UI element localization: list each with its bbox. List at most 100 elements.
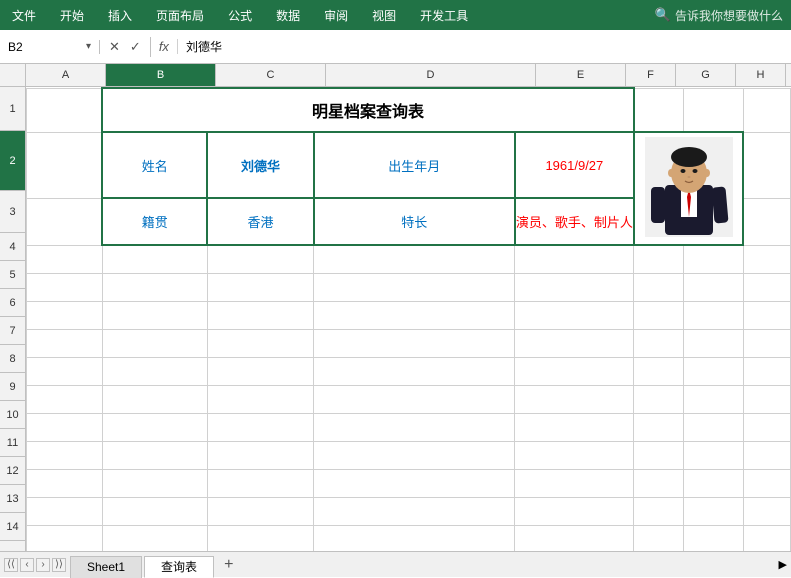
cell-c4[interactable] [207, 245, 313, 273]
row-num-2[interactable]: 2 [0, 131, 25, 191]
col-header-e[interactable]: E [536, 64, 626, 86]
cell-e14[interactable] [515, 525, 634, 551]
tab-query[interactable]: 查询表 [144, 556, 214, 578]
cell-g6[interactable] [684, 301, 744, 329]
scroll-right-button[interactable]: ▶ [779, 558, 787, 571]
cell-name-label[interactable]: 姓名 [102, 132, 207, 198]
cell-e5[interactable] [515, 273, 634, 301]
horizontal-scrollbar[interactable] [241, 558, 774, 572]
cell-title[interactable]: 明星档案查询表 [102, 88, 634, 132]
row-num-4[interactable]: 4 [0, 233, 25, 261]
cell-d8[interactable] [314, 357, 515, 385]
cell-h6[interactable] [743, 301, 790, 329]
row-num-5[interactable]: 5 [0, 261, 25, 289]
cell-a5[interactable] [27, 273, 103, 301]
cell-h1[interactable] [743, 88, 790, 132]
cell-d13[interactable] [314, 497, 515, 525]
cell-g7[interactable] [684, 329, 744, 357]
cell-f6[interactable] [634, 301, 684, 329]
formula-input[interactable]: 刘德华 [178, 38, 791, 55]
cell-ref-dropdown-icon[interactable]: ▾ [86, 41, 91, 52]
cell-a13[interactable] [27, 497, 103, 525]
cancel-formula-button[interactable]: ✕ [106, 37, 123, 57]
menu-data[interactable]: 数据 [272, 5, 304, 26]
cell-skill-label[interactable]: 特长 [314, 198, 515, 245]
col-header-f[interactable]: F [626, 64, 676, 86]
cell-h3[interactable] [743, 198, 790, 245]
cell-b7[interactable] [102, 329, 207, 357]
cell-a9[interactable] [27, 385, 103, 413]
row-num-1[interactable]: 1 [0, 87, 25, 131]
cell-c14[interactable] [207, 525, 313, 551]
cell-b6[interactable] [102, 301, 207, 329]
row-num-6[interactable]: 6 [0, 289, 25, 317]
cell-f12[interactable] [634, 469, 684, 497]
row-num-9[interactable]: 9 [0, 373, 25, 401]
cell-a11[interactable] [27, 441, 103, 469]
row-num-11[interactable]: 11 [0, 429, 25, 457]
menu-insert[interactable]: 插入 [104, 5, 136, 26]
cell-a3[interactable] [27, 198, 103, 245]
cell-c13[interactable] [207, 497, 313, 525]
cell-origin-label[interactable]: 籍贯 [102, 198, 207, 245]
cell-f10[interactable] [634, 413, 684, 441]
cell-e11[interactable] [515, 441, 634, 469]
cell-g1[interactable] [684, 88, 744, 132]
cell-c6[interactable] [207, 301, 313, 329]
cell-g13[interactable] [684, 497, 744, 525]
cell-h14[interactable] [743, 525, 790, 551]
cell-h2[interactable] [743, 132, 790, 198]
confirm-formula-button[interactable]: ✓ [127, 37, 144, 57]
cell-c10[interactable] [207, 413, 313, 441]
cell-c5[interactable] [207, 273, 313, 301]
cell-h4[interactable] [743, 245, 790, 273]
cell-d10[interactable] [314, 413, 515, 441]
cell-f13[interactable] [634, 497, 684, 525]
tab-nav-next-button[interactable]: › [36, 558, 50, 572]
cell-b9[interactable] [102, 385, 207, 413]
tab-nav-last-button[interactable]: ⟩⟩ [52, 558, 66, 572]
menu-page-layout[interactable]: 页面布局 [152, 5, 208, 26]
menu-dev[interactable]: 开发工具 [416, 5, 472, 26]
cell-a7[interactable] [27, 329, 103, 357]
cell-g9[interactable] [684, 385, 744, 413]
cell-h11[interactable] [743, 441, 790, 469]
cell-origin-value[interactable]: 香港 [207, 198, 313, 245]
cell-b12[interactable] [102, 469, 207, 497]
tab-sheet1[interactable]: Sheet1 [70, 556, 142, 578]
col-header-c[interactable]: C [216, 64, 326, 86]
cell-e7[interactable] [515, 329, 634, 357]
cell-f14[interactable] [634, 525, 684, 551]
cell-g10[interactable] [684, 413, 744, 441]
cell-h8[interactable] [743, 357, 790, 385]
row-num-10[interactable]: 10 [0, 401, 25, 429]
add-sheet-button[interactable]: + [216, 552, 241, 578]
cell-e8[interactable] [515, 357, 634, 385]
cell-c11[interactable] [207, 441, 313, 469]
cell-h7[interactable] [743, 329, 790, 357]
cell-g11[interactable] [684, 441, 744, 469]
tab-nav-first-button[interactable]: ⟨⟨ [4, 558, 18, 572]
cell-h9[interactable] [743, 385, 790, 413]
cell-a2[interactable] [27, 132, 103, 198]
row-num-3[interactable]: 3 [0, 191, 25, 233]
cell-g14[interactable] [684, 525, 744, 551]
cell-g4[interactable] [684, 245, 744, 273]
cell-a8[interactable] [27, 357, 103, 385]
cell-e4[interactable] [515, 245, 634, 273]
cell-d7[interactable] [314, 329, 515, 357]
cell-e12[interactable] [515, 469, 634, 497]
cell-d14[interactable] [314, 525, 515, 551]
menu-view[interactable]: 视图 [368, 5, 400, 26]
cell-e6[interactable] [515, 301, 634, 329]
cell-h13[interactable] [743, 497, 790, 525]
cell-e13[interactable] [515, 497, 634, 525]
cell-g5[interactable] [684, 273, 744, 301]
cell-f8[interactable] [634, 357, 684, 385]
col-header-a[interactable]: A [26, 64, 106, 86]
cell-reference-box[interactable]: B2 ▾ [0, 40, 100, 54]
cell-d9[interactable] [314, 385, 515, 413]
cell-g12[interactable] [684, 469, 744, 497]
cell-h10[interactable] [743, 413, 790, 441]
cell-b10[interactable] [102, 413, 207, 441]
